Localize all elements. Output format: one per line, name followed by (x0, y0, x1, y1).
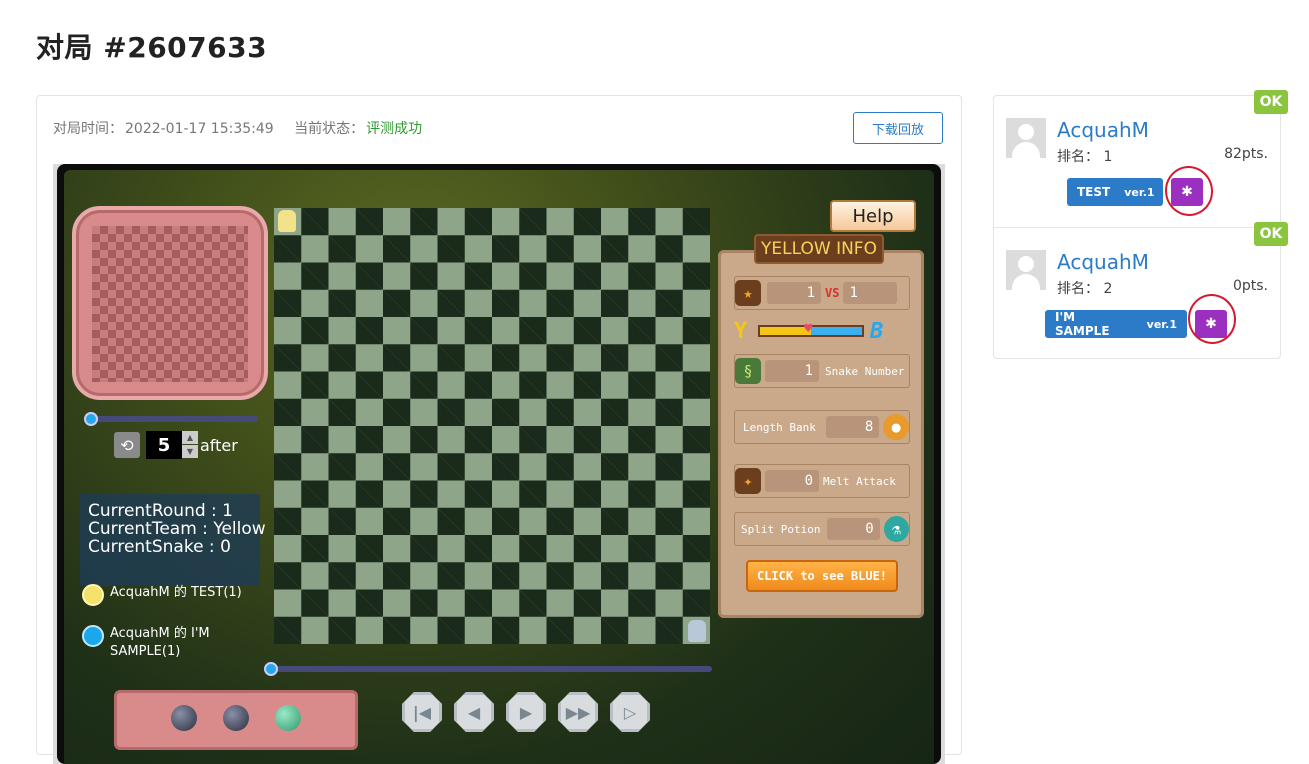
player-legend-label: AcquahM 的 I'M SAMPLE(1) (110, 626, 210, 659)
star-icon: ★ (735, 280, 761, 306)
balance-row: Y ♥ B (734, 314, 910, 348)
player-entry: OK AcquahM 排名： 1 82pts. TEST ver.1 ✱ (994, 90, 1288, 228)
yellow-dot-icon (82, 584, 104, 606)
bot-version: ver.1 (1146, 317, 1177, 331)
balance-bar: ♥ (758, 321, 864, 337)
annotation-circle (1160, 161, 1218, 221)
round-info-panel: CurrentRound : 1 CurrentTeam : Yellow Cu… (80, 494, 266, 586)
annotation-circle (1183, 289, 1241, 349)
length-bank-label: Length Bank (743, 420, 816, 434)
fast-forward-button[interactable]: ▶▶ (558, 692, 598, 732)
melt-attack-row: ✦ 0 Melt Attack (734, 464, 910, 498)
blue-snake-icon (688, 620, 706, 642)
match-card: 对局时间： 2022-01-17 15:35:49 当前状态： 评测成功 下载回放 … (36, 95, 962, 764)
timeline-slider[interactable] (270, 666, 712, 672)
bot-version: ver.1 (1124, 185, 1155, 199)
player-rank: 排名： 2 (1057, 281, 1113, 297)
speed-control: ⟲ 5 ▲ ▼ after (114, 431, 238, 459)
page-title: 对局 #2607633 (36, 31, 268, 64)
speed-down-icon[interactable]: ▼ (182, 445, 198, 458)
match-meta: 对局时间： 2022-01-17 15:35:49 当前状态： 评测成功 (53, 118, 424, 138)
coin-icon: ● (883, 414, 909, 440)
speed-value[interactable]: 5 (146, 431, 182, 459)
flame-icon: ✦ (735, 468, 761, 494)
snake-number-row: § 1 Snake Number (734, 354, 910, 388)
game-canvas[interactable]: ⟲ 5 ▲ ▼ after CurrentRound : 1 CurrentTe… (57, 164, 941, 764)
players-card: OK AcquahM 排名： 1 82pts. TEST ver.1 ✱ OK … (993, 90, 1288, 359)
game-viewer: ⟲ 5 ▲ ▼ after CurrentRound : 1 CurrentTe… (53, 164, 945, 764)
split-potion-label: Split Potion (741, 522, 821, 536)
speed-up-icon[interactable]: ▲ (182, 431, 198, 444)
bot-tag[interactable]: I'M SAMPLE ver.1 (1045, 310, 1187, 338)
bot-name: TEST (1077, 185, 1111, 199)
bot-name: I'M SAMPLE (1055, 310, 1110, 338)
current-team: CurrentTeam : Yellow (88, 519, 266, 539)
heart-icon: ♥ (804, 321, 813, 337)
blue-letter: B (870, 318, 884, 344)
avatar (1006, 250, 1046, 290)
speed-after-label: after (200, 435, 238, 455)
snake-number-label: Snake Number (825, 364, 905, 378)
item-tray (114, 690, 358, 750)
split-potion-row: Split Potion 0 ⚗ (734, 512, 910, 546)
score-blue: 1 (843, 282, 898, 304)
game-background: ⟲ 5 ▲ ▼ after CurrentRound : 1 CurrentTe… (64, 170, 934, 764)
next-frame-button[interactable]: ▷ (610, 692, 650, 732)
status-label: 当前状态： (294, 121, 365, 137)
speed-stepper[interactable]: ▲ ▼ (182, 431, 198, 459)
status-badge: OK (1254, 90, 1288, 114)
status-badge: OK (1254, 222, 1288, 246)
avatar (1006, 118, 1046, 158)
status-value: 评测成功 (366, 121, 423, 137)
yellow-letter: Y (734, 318, 748, 344)
speed-slider-knob[interactable] (84, 412, 98, 426)
player-legend-yellow: AcquahM 的 TEST(1) (82, 584, 250, 606)
timeline-slider-knob[interactable] (264, 662, 278, 676)
previous-frame-button[interactable]: ◀ (454, 692, 494, 732)
time-value: 2022-01-17 15:35:49 (125, 121, 274, 137)
snake-icon: § (735, 358, 761, 384)
player-rank: 排名： 1 (1057, 149, 1113, 165)
score-yellow: 1 (767, 282, 821, 304)
length-bank-row: Length Bank 8 ● (734, 410, 910, 444)
potion-icon: ⚗ (883, 516, 909, 542)
player-legend-label: AcquahM 的 TEST(1) (110, 585, 242, 600)
score-row: ★ 1 VS 1 (734, 276, 910, 310)
switch-team-button[interactable]: CLICK to see BLUE! (746, 560, 898, 592)
player-legend-blue: AcquahM 的 I'M SAMPLE(1) (82, 625, 240, 661)
current-snake: CurrentSnake : 0 (88, 537, 231, 557)
help-button[interactable]: Help (830, 200, 916, 232)
bot-tag[interactable]: TEST ver.1 (1067, 178, 1163, 206)
minimap (72, 206, 268, 400)
first-frame-button[interactable]: |◀ (402, 692, 442, 732)
speed-slider[interactable] (88, 416, 258, 422)
minimap-grid (92, 226, 248, 382)
player-name-link[interactable]: AcquahM (1057, 250, 1149, 274)
length-bank-value: 8 (825, 416, 880, 438)
potion-icon (275, 705, 301, 731)
split-potion-value: 0 (826, 518, 880, 540)
player-name-link[interactable]: AcquahM (1057, 118, 1149, 142)
time-label: 对局时间： (53, 121, 123, 137)
blue-dot-icon (82, 625, 104, 647)
snake-number-value: 1 (765, 360, 819, 382)
orb-icon (171, 705, 197, 731)
yellow-snake-icon (278, 210, 296, 232)
melt-attack-value: 0 (765, 470, 819, 492)
vs-label: VS (825, 286, 840, 300)
reset-icon[interactable]: ⟲ (114, 432, 140, 458)
current-round: CurrentRound : 1 (88, 501, 233, 521)
player-entry: OK AcquahM 排名： 2 0pts. I'M SAMPLE ver.1 … (994, 222, 1288, 359)
team-info-title: YELLOW INFO (754, 234, 884, 264)
download-replay-button[interactable]: 下载回放 (853, 112, 943, 144)
orb-icon (223, 705, 249, 731)
game-board (274, 208, 710, 644)
player-points: 82pts. (1224, 146, 1268, 162)
melt-attack-label: Melt Attack (823, 474, 896, 488)
play-button[interactable]: ▶ (506, 692, 546, 732)
player-points: 0pts. (1232, 278, 1268, 294)
